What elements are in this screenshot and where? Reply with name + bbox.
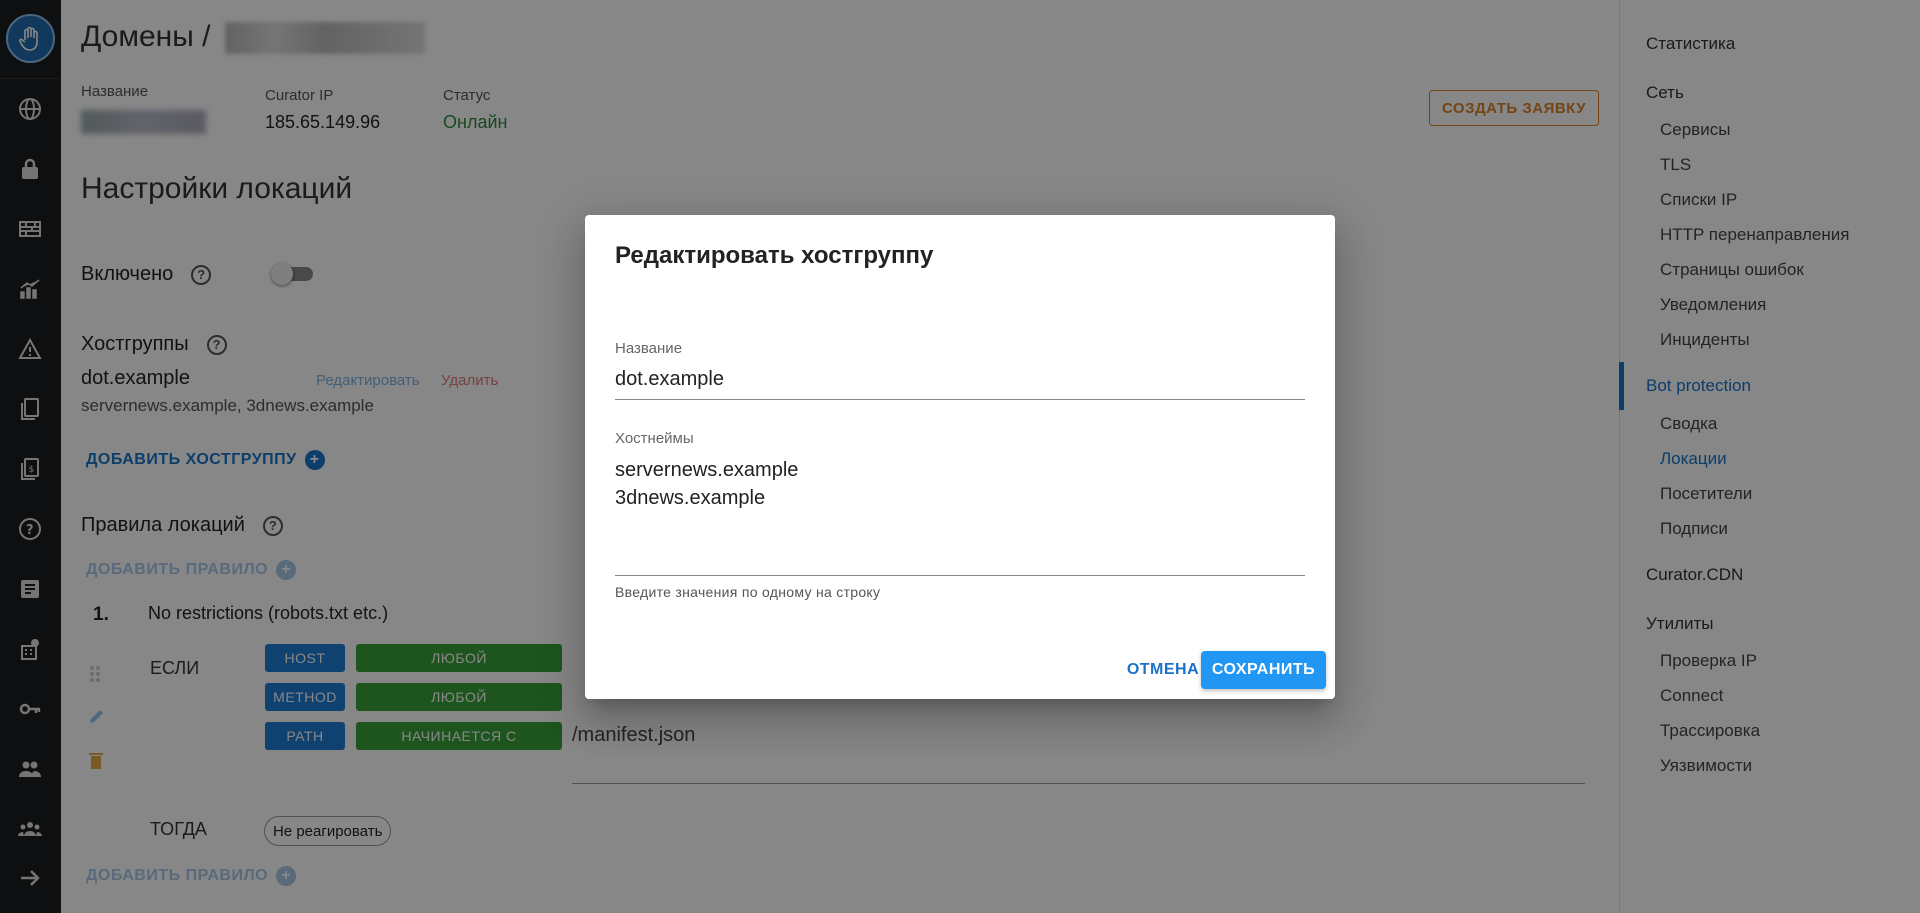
save-button[interactable]: СОХРАНИТЬ [1201, 651, 1326, 689]
hostname-line-1[interactable]: servernews.example [615, 459, 798, 482]
dialog-hostnames-label: Хостнеймы [615, 430, 694, 447]
edit-hostgroup-dialog: Редактировать хостгруппу Название dot.ex… [585, 215, 1335, 699]
hostnames-hint: Введите значения по одному на строку [615, 584, 881, 600]
hostnames-textarea-underline [615, 575, 1305, 576]
dialog-name-label: Название [615, 340, 683, 357]
hostname-line-2[interactable]: 3dnews.example [615, 487, 765, 510]
name-input-underline [615, 399, 1305, 400]
dialog-title: Редактировать хостгруппу [615, 242, 934, 269]
hostgroup-name-input[interactable]: dot.example [615, 368, 724, 391]
